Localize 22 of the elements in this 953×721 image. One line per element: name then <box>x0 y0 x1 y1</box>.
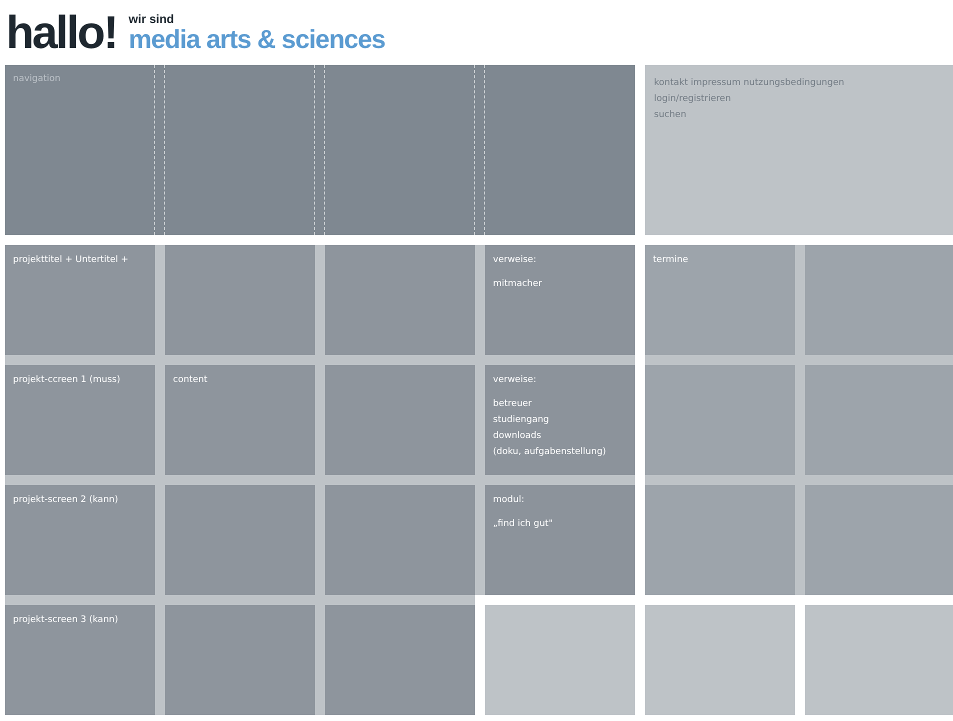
block-heading: verweise: <box>493 374 536 386</box>
block-item: mitmacher <box>493 278 542 291</box>
site-title: media arts & sciences <box>128 26 386 52</box>
block-item: betreuer <box>493 398 532 411</box>
navigation-label: navigation <box>12 73 62 86</box>
block-item: (doku, aufgabenstellung) <box>493 446 606 459</box>
block-heading: projekt-screen 3 (kann) <box>13 614 118 626</box>
block-item: „find ich gut" <box>493 518 553 531</box>
block-heading: projekttitel + Untertitel + <box>13 254 128 266</box>
block-heading: projekt-screen 2 (kann) <box>13 494 118 506</box>
block-item: downloads <box>493 430 542 443</box>
block-heading: content <box>173 374 208 386</box>
service-link[interactable]: login/registrieren <box>654 91 731 107</box>
tagline: wir sind <box>128 13 176 26</box>
block-heading: projekt-ccreen 1 (muss) <box>13 374 120 386</box>
greeting: hallo! <box>6 12 117 52</box>
block-heading: verweise: <box>493 254 536 266</box>
service-link[interactable]: kontakt impressum nutzungsbedingungen <box>654 75 844 91</box>
service-link[interactable]: suchen <box>654 107 686 123</box>
block-item: studiengang <box>493 414 550 427</box>
block-heading: termine <box>653 254 688 266</box>
block-heading: modul: <box>493 494 524 506</box>
